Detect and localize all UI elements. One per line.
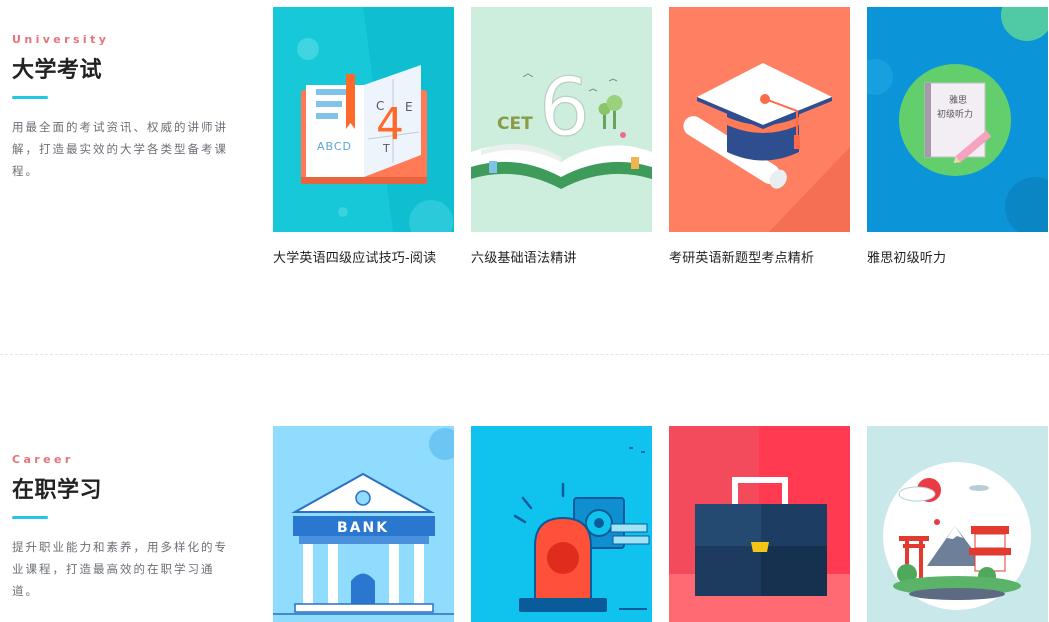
- cet-word: CET: [497, 114, 533, 134]
- career-intro: Career 在职学习 提升职业能力和素养，用多样化的专业课程，打造最高效的在职…: [12, 453, 232, 602]
- university-intro: University 大学考试 用最全面的考试资讯、权威的讲师讲解，打造最实效的…: [12, 33, 232, 182]
- career-description: 提升职业能力和素养，用多样化的专业课程，打造最高效的在职学习通道。: [12, 540, 228, 598]
- abcd-label: ABCD: [317, 140, 352, 153]
- graduation-cap-illustration: [669, 7, 850, 232]
- career-eyebrow: Career: [12, 453, 74, 466]
- title-underline: [12, 516, 48, 519]
- course-thumbnail-cet4[interactable]: C E T 4 ABCD: [273, 7, 454, 232]
- course-title[interactable]: 雅思初级听力: [867, 247, 1048, 266]
- course-thumbnail-ielts[interactable]: 雅思 初级听力: [867, 7, 1048, 232]
- bank-sign: BANK: [337, 520, 389, 536]
- title-underline: [12, 96, 48, 99]
- book-line-2: 初级听力: [937, 108, 973, 120]
- university-section: University 大学考试 用最全面的考试资讯、权威的讲师讲解，打造最实效的…: [0, 0, 1049, 354]
- course-card-japan[interactable]: [867, 426, 1048, 622]
- university-title: 大学考试: [12, 58, 103, 83]
- university-eyebrow: University: [12, 33, 110, 46]
- course-card-cet6-grammar[interactable]: 6 CET 六级基础语法精讲: [471, 7, 652, 266]
- course-thumbnail-kaoyan[interactable]: [669, 7, 850, 232]
- open-book-illustration: C E T 4 ABCD: [273, 7, 454, 232]
- course-thumbnail-briefcase[interactable]: [669, 426, 850, 622]
- alarm-light-illustration: [471, 426, 652, 622]
- cet6-book-illustration: 6 CET: [471, 7, 652, 232]
- course-thumbnail-bank[interactable]: BANK: [273, 426, 454, 622]
- bank-building-illustration: BANK: [273, 426, 454, 622]
- digit-4: 4: [376, 99, 404, 150]
- university-description: 用最全面的考试资讯、权威的讲师讲解，打造最实效的大学各类型备考课程。: [12, 120, 228, 178]
- course-thumbnail-japan[interactable]: [867, 426, 1048, 622]
- course-title[interactable]: 六级基础语法精讲: [471, 247, 652, 266]
- japan-landmark-illustration: [867, 426, 1048, 622]
- course-title[interactable]: 大学英语四级应试技巧-阅读: [273, 247, 454, 266]
- book-line-1: 雅思: [949, 94, 967, 106]
- course-thumbnail-alarm[interactable]: [471, 426, 652, 622]
- ielts-book-illustration: 雅思 初级听力: [867, 7, 1048, 232]
- briefcase-illustration: [669, 426, 850, 622]
- course-thumbnail-cet6[interactable]: 6 CET: [471, 7, 652, 232]
- course-card-ielts-listening[interactable]: 雅思 初级听力 雅思初级听力: [867, 7, 1048, 266]
- course-title[interactable]: 考研英语新题型考点精析: [669, 247, 850, 266]
- career-section: Career 在职学习 提升职业能力和素养，用多样化的专业课程，打造最高效的在职…: [0, 355, 1049, 622]
- course-card-bank[interactable]: BANK: [273, 426, 454, 622]
- course-card-kaoyan[interactable]: 考研英语新题型考点精析: [669, 7, 850, 266]
- digit-6: 6: [539, 61, 590, 154]
- course-card-briefcase[interactable]: [669, 426, 850, 622]
- letter-e: E: [405, 100, 413, 114]
- career-title: 在职学习: [12, 478, 103, 503]
- course-card-alarm[interactable]: [471, 426, 652, 622]
- course-card-cet4-reading[interactable]: C E T 4 ABCD 大学英语四级应试技巧-阅读: [273, 7, 454, 266]
